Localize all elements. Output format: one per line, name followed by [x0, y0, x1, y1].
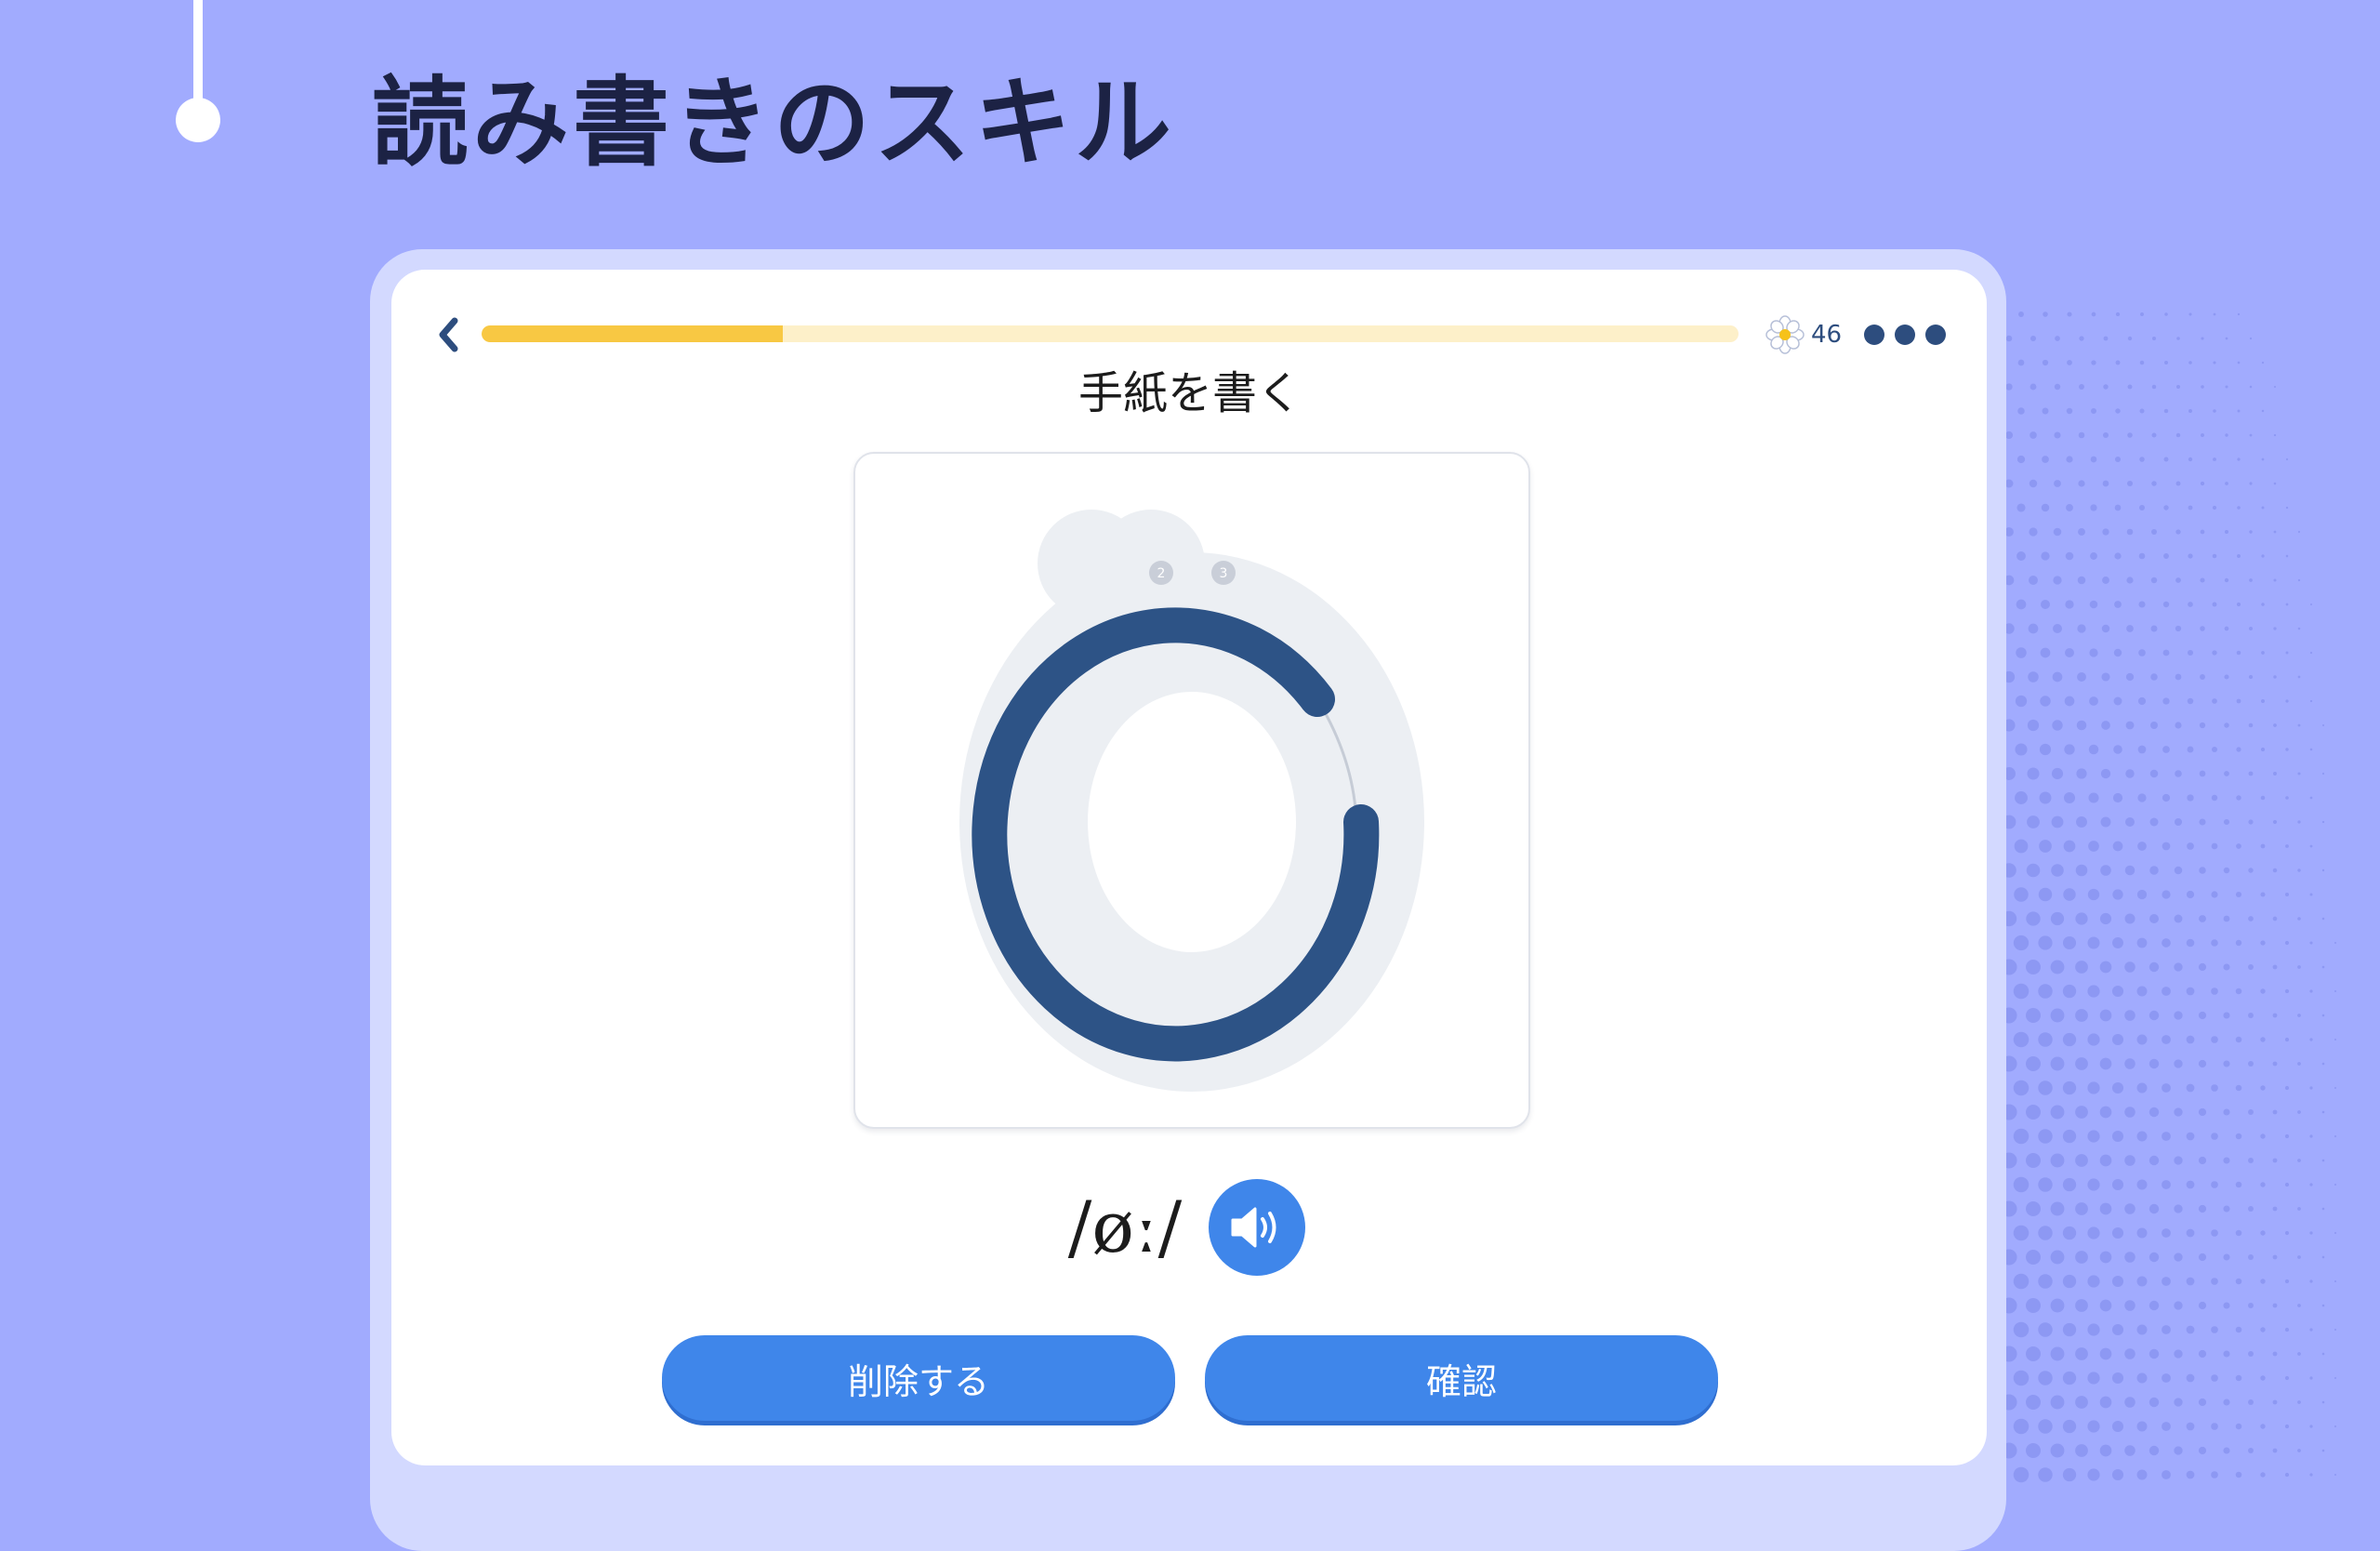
- confirm-button[interactable]: 確認: [1205, 1335, 1718, 1421]
- points-count: 46: [1811, 321, 1843, 349]
- timeline-line: [193, 0, 203, 107]
- speaker-icon: [1231, 1207, 1276, 1248]
- page-title: 読み書きのスキル: [372, 66, 1176, 179]
- drawing-canvas[interactable]: 2 3: [853, 452, 1530, 1129]
- phonetic-transcription: /øː/: [1067, 1186, 1183, 1268]
- stroke-number-2: 2: [1157, 566, 1166, 581]
- progress-fill: [482, 325, 784, 342]
- lesson-progress-bar: [482, 325, 1739, 342]
- more-options-button[interactable]: [1864, 321, 1946, 349]
- dots-pattern: [1990, 311, 2337, 1483]
- play-audio-button[interactable]: [1209, 1179, 1305, 1276]
- letter-trace-glyph: 2 3: [959, 510, 1424, 1092]
- back-button[interactable]: [430, 314, 467, 355]
- glyph-guide-hole: [1088, 692, 1296, 952]
- exercise-title: 手紙を書く: [1078, 367, 1302, 419]
- chevron-left-icon: [439, 317, 458, 352]
- more-dot: [1895, 325, 1915, 345]
- flower-icon: [1765, 315, 1805, 354]
- timeline-dot: [176, 98, 220, 142]
- stroke-number-3: 3: [1220, 566, 1228, 581]
- more-dot: [1925, 325, 1946, 345]
- delete-button[interactable]: 削除する: [662, 1335, 1175, 1421]
- more-dots-icon: [1864, 325, 1884, 345]
